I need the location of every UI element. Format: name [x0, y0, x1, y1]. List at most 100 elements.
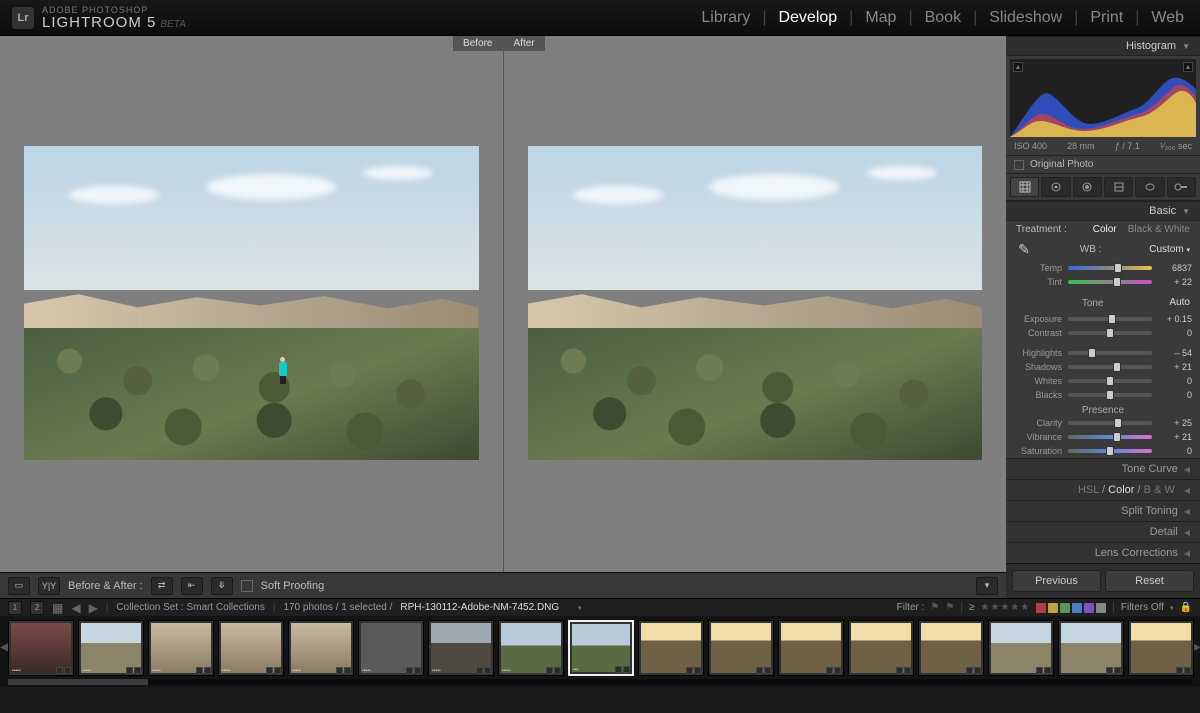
previous-button[interactable]: Previous — [1012, 570, 1101, 592]
tone-header-row: Tone Auto — [1006, 289, 1200, 312]
rating-filter[interactable]: ★★★★★ — [980, 602, 1030, 613]
app-logo: Lr — [12, 7, 34, 29]
filmstrip-thumb[interactable] — [988, 620, 1054, 676]
monitor-2-button[interactable]: 2 — [30, 601, 44, 615]
module-web[interactable]: Web — [1147, 7, 1188, 29]
temp-slider[interactable] — [1068, 266, 1152, 270]
module-library[interactable]: Library — [697, 7, 754, 29]
hsl-panel-header[interactable]: HSL / Color / B & W ◀ — [1006, 479, 1200, 500]
compare-yy-button[interactable]: Y|Y — [38, 577, 60, 595]
auto-tone-button[interactable]: Auto — [1169, 297, 1190, 308]
soft-proofing-label: Soft Proofing — [261, 580, 325, 592]
whites-slider[interactable] — [1068, 379, 1152, 383]
before-after-label: Before & After : — [68, 580, 143, 592]
vibrance-slider[interactable] — [1068, 435, 1152, 439]
after-label: After — [504, 36, 545, 51]
grid-icon[interactable]: ▦ — [52, 601, 63, 615]
brand-main: LIGHTROOM 5 — [42, 15, 156, 30]
before-photo — [24, 146, 479, 460]
histogram[interactable]: ▲ ▲ — [1010, 59, 1196, 137]
detail-panel-header[interactable]: Detail◀ — [1006, 521, 1200, 542]
original-photo-label: Original Photo — [1030, 159, 1093, 170]
filmstrip-thumb[interactable]: ••• — [568, 620, 634, 676]
filmstrip-thumb[interactable] — [918, 620, 984, 676]
crop-tool[interactable] — [1010, 177, 1039, 197]
toolbar-menu-button[interactable]: ▾ — [976, 577, 998, 595]
after-pane[interactable]: After — [503, 36, 1007, 572]
filmstrip-thumb[interactable]: ••••• — [148, 620, 214, 676]
flag-picked-filter[interactable]: ⚑ — [930, 602, 939, 613]
saturation-slider[interactable] — [1068, 449, 1152, 453]
wb-row: ✎ WB : Custom ▾ — [1006, 238, 1200, 261]
shadows-slider[interactable] — [1068, 365, 1152, 369]
spot-removal-tool[interactable] — [1041, 177, 1070, 197]
reset-button[interactable]: Reset — [1105, 570, 1194, 592]
blacks-slider[interactable] — [1068, 393, 1152, 397]
filter-lock-icon[interactable]: 🔒 — [1180, 602, 1192, 613]
tonecurve-panel-header[interactable]: Tone Curve◀ — [1006, 458, 1200, 479]
monitor-1-button[interactable]: 1 — [8, 601, 22, 615]
treatment-color[interactable]: Color — [1093, 224, 1117, 235]
module-map[interactable]: Map — [861, 7, 900, 29]
exposure-slider[interactable] — [1068, 317, 1152, 321]
graduated-filter-tool[interactable] — [1104, 177, 1133, 197]
module-develop[interactable]: Develop — [774, 7, 841, 29]
right-panel: Histogram▼ ▲ ▲ ISO 40028 mmƒ / 7.1¹⁄₂₀₀ … — [1006, 36, 1200, 598]
flag-rejected-filter[interactable]: ⚑ — [945, 602, 954, 613]
highlights-slider[interactable] — [1068, 351, 1152, 355]
filmstrip-thumb[interactable] — [778, 620, 844, 676]
brand-block: ADOBE PHOTOSHOP LIGHTROOM 5 BETA — [42, 6, 186, 30]
clarity-slider[interactable] — [1068, 421, 1152, 425]
wb-mode-dropdown[interactable]: Custom ▾ — [1149, 244, 1190, 255]
color-label-filter[interactable] — [1036, 603, 1106, 613]
lens-panel-header[interactable]: Lens Corrections◀ — [1006, 542, 1200, 563]
wb-eyedropper-icon[interactable]: ✎ — [1016, 241, 1032, 258]
app-header: Lr ADOBE PHOTOSHOP LIGHTROOM 5 BETA Libr… — [0, 0, 1200, 36]
copy-after-button[interactable]: ⤋ — [211, 577, 233, 595]
filmstrip-thumb[interactable]: ••••• — [428, 620, 494, 676]
module-print[interactable]: Print — [1086, 7, 1127, 29]
after-photo — [528, 146, 983, 460]
filmstrip-thumb[interactable] — [1058, 620, 1124, 676]
filmstrip-thumb[interactable] — [848, 620, 914, 676]
loupe-view-button[interactable]: ▭ — [8, 577, 30, 595]
module-book[interactable]: Book — [921, 7, 965, 29]
filmstrip-thumb[interactable]: ••••• — [288, 620, 354, 676]
soft-proofing-checkbox[interactable] — [241, 580, 253, 592]
basic-header[interactable]: Basic▼ — [1006, 201, 1200, 221]
swap-before-after-button[interactable]: ⇄ — [151, 577, 173, 595]
filters-off-label[interactable]: Filters Off — [1121, 602, 1164, 613]
module-slideshow[interactable]: Slideshow — [985, 7, 1066, 29]
before-pane[interactable]: Before — [0, 36, 503, 572]
filmstrip-thumb[interactable]: ••••• — [218, 620, 284, 676]
treatment-bw[interactable]: Black & White — [1128, 224, 1190, 235]
person-in-scene — [279, 357, 287, 384]
adjustment-brush-tool[interactable] — [1167, 177, 1196, 197]
filmstrip-thumb[interactable]: ••••• — [498, 620, 564, 676]
filmstrip: ◀ ▶ ••••••••••••••••••••••••••••••••••••… — [0, 616, 1200, 687]
treatment-row: Treatment : Color Black & White — [1006, 221, 1200, 238]
redeye-tool[interactable] — [1073, 177, 1102, 197]
nav-forward-icon[interactable]: ▶ — [89, 601, 98, 615]
copy-before-button[interactable]: ⇤ — [181, 577, 203, 595]
filmstrip-thumb[interactable] — [1128, 620, 1194, 676]
filmstrip-thumb[interactable] — [708, 620, 774, 676]
develop-bottom-buttons: Previous Reset — [1006, 563, 1200, 598]
filmstrip-thumb[interactable]: ••••• — [358, 620, 424, 676]
filmstrip-thumb[interactable]: ••••• — [78, 620, 144, 676]
original-photo-row[interactable]: Original Photo — [1006, 156, 1200, 174]
filmstrip-scrollbar[interactable] — [8, 679, 1192, 685]
tint-slider[interactable] — [1068, 280, 1152, 284]
collection-path[interactable]: Collection Set : Smart Collections — [116, 602, 264, 613]
before-label: Before — [453, 36, 502, 51]
filmstrip-thumb[interactable] — [638, 620, 704, 676]
brand-beta: BETA — [160, 19, 185, 30]
filmstrip-header: 1 2 ▦ ◀ ▶ | Collection Set : Smart Colle… — [0, 598, 1200, 616]
filmstrip-thumb[interactable]: ••••• — [8, 620, 74, 676]
original-photo-checkbox[interactable] — [1014, 160, 1024, 170]
splittoning-panel-header[interactable]: Split Toning◀ — [1006, 500, 1200, 521]
contrast-slider[interactable] — [1068, 331, 1152, 335]
nav-back-icon[interactable]: ◀ — [71, 601, 80, 615]
histogram-header[interactable]: Histogram▼ — [1006, 36, 1200, 56]
radial-filter-tool[interactable] — [1135, 177, 1164, 197]
